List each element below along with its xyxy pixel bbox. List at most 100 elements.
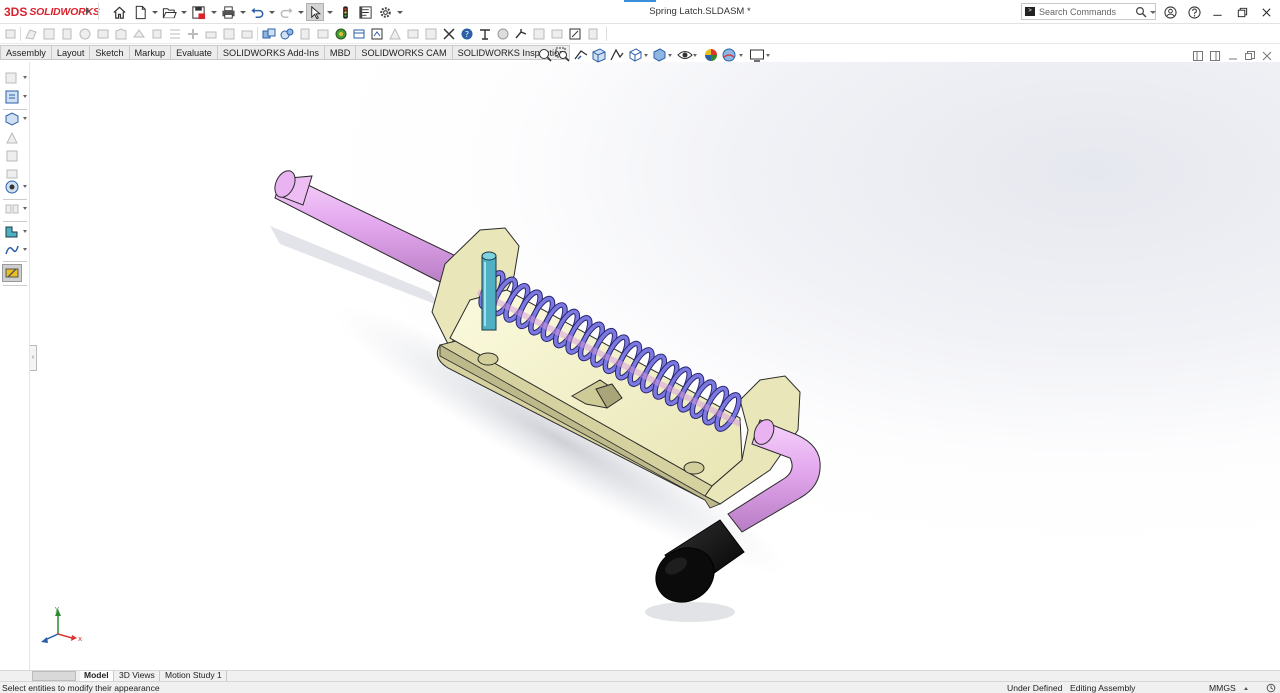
file-properties-button[interactable] <box>356 3 374 21</box>
open-button[interactable] <box>160 3 178 21</box>
zoom-to-fit-icon[interactable] <box>537 47 553 63</box>
graphics-area[interactable]: y x <box>31 62 1280 670</box>
clearance-verification-icon[interactable] <box>334 27 348 41</box>
display-style-dropdown-icon[interactable] <box>668 54 672 57</box>
configuration-manager-icon[interactable] <box>4 111 20 127</box>
minimize-window-button[interactable] <box>1208 3 1226 21</box>
feature-tree-expand-handle[interactable]: ‹ <box>30 345 37 371</box>
tab-model[interactable]: Model <box>80 671 114 681</box>
search-commands-box[interactable]: > <box>1021 3 1156 20</box>
search-icon[interactable] <box>1135 6 1147 18</box>
reference-geometry-icon[interactable] <box>132 27 146 41</box>
large-assembly-settings-icon[interactable] <box>262 27 276 41</box>
display-manager-icon[interactable] <box>4 148 20 164</box>
view-orientation-icon[interactable] <box>627 47 643 63</box>
new-document-button[interactable] <box>131 3 149 21</box>
rebuild-button[interactable] <box>336 3 354 21</box>
palette-dropdown-icon[interactable] <box>23 76 27 79</box>
tab-assembly[interactable]: Assembly <box>0 45 52 60</box>
check-icon[interactable] <box>442 27 456 41</box>
reference-dimension-icon[interactable] <box>478 27 492 41</box>
instant3d-icon[interactable] <box>204 27 218 41</box>
tab-markup[interactable]: Markup <box>129 45 172 60</box>
spring-latch-model[interactable]: y x <box>31 62 1280 670</box>
unit-system[interactable]: MMGS <box>1209 683 1236 693</box>
edit-appearance-icon[interactable] <box>703 47 719 63</box>
view-settings-dropdown-icon[interactable] <box>766 54 770 57</box>
tab-solidworks-cam[interactable]: SOLIDWORKS CAM <box>356 45 453 60</box>
hole-alignment-icon[interactable] <box>352 27 366 41</box>
dim-xpert-icon[interactable] <box>4 130 20 146</box>
view-triad[interactable]: y x <box>41 605 82 643</box>
update-speedpak-icon[interactable] <box>222 27 236 41</box>
custom-properties-icon[interactable] <box>4 265 20 281</box>
save-dropdown-arrow-icon[interactable] <box>211 11 217 14</box>
home-button[interactable] <box>110 3 128 21</box>
tab-evaluate[interactable]: Evaluate <box>171 45 218 60</box>
display-style-icon[interactable] <box>651 47 667 63</box>
options-dropdown-arrow-icon[interactable] <box>397 11 403 14</box>
rebuild-status-icon[interactable] <box>1266 683 1276 693</box>
appearance-palette-icon[interactable] <box>4 179 20 195</box>
save-button[interactable] <box>189 3 207 21</box>
viewport-restore-icon[interactable] <box>1244 50 1256 62</box>
apply-scene-dropdown-icon[interactable] <box>739 54 743 57</box>
take-snapshot-icon[interactable] <box>240 27 254 41</box>
hide-show-dropdown-icon[interactable] <box>693 54 697 57</box>
new-dropdown-arrow-icon[interactable] <box>152 11 158 14</box>
tile-right-icon[interactable] <box>1209 50 1221 62</box>
undo-dropdown-arrow-icon[interactable] <box>269 11 275 14</box>
print-dropdown-arrow-icon[interactable] <box>240 11 246 14</box>
configure-component-icon[interactable] <box>280 27 294 41</box>
new-motion-study-icon[interactable] <box>150 27 164 41</box>
tab-layout[interactable]: Layout <box>51 45 91 60</box>
options-button[interactable] <box>376 3 394 21</box>
palette-dropdown-icon[interactable] <box>23 117 27 120</box>
close-window-button[interactable] <box>1257 3 1275 21</box>
palette-dropdown-icon[interactable] <box>23 95 27 98</box>
performance-evaluation-icon[interactable]: ? <box>460 27 474 41</box>
viewport-minimize-icon[interactable] <box>1227 50 1239 62</box>
interference-detection-icon[interactable] <box>316 27 330 41</box>
palette-dropdown-icon[interactable] <box>23 230 27 233</box>
search-input[interactable] <box>1039 5 1134 18</box>
select-dropdown-arrow-icon[interactable] <box>327 11 333 14</box>
apply-scene-icon[interactable] <box>721 47 737 63</box>
smart-fasteners-icon[interactable] <box>60 27 74 41</box>
tab-mbd[interactable]: MBD <box>324 45 357 60</box>
menu-expand-arrow-icon[interactable] <box>86 7 90 15</box>
section-properties-icon[interactable] <box>406 27 420 41</box>
insert-components-icon[interactable] <box>4 27 18 41</box>
file-explorer-icon[interactable] <box>4 224 20 240</box>
undo-button[interactable] <box>248 3 266 21</box>
exploded-view-icon[interactable] <box>186 27 200 41</box>
view-settings-icon[interactable] <box>749 47 765 63</box>
motion-manager-icon[interactable] <box>514 27 528 41</box>
cross-pin[interactable] <box>481 251 497 331</box>
assembly-visualization-icon[interactable] <box>298 27 312 41</box>
sensor-icon[interactable] <box>424 27 438 41</box>
viewport-close-icon[interactable] <box>1261 50 1273 62</box>
tile-left-icon[interactable] <box>1192 50 1204 62</box>
assembly-xpert-icon[interactable] <box>496 27 510 41</box>
help-button[interactable] <box>1185 3 1203 21</box>
measure-icon[interactable] <box>370 27 384 41</box>
open-dropdown-arrow-icon[interactable] <box>181 11 187 14</box>
move-component-icon[interactable] <box>78 27 92 41</box>
tab-3d-views[interactable]: 3D Views <box>115 671 160 681</box>
tab-scroll-arrows[interactable] <box>32 671 76 681</box>
zoom-to-area-icon[interactable] <box>555 47 571 63</box>
mirror-components-icon[interactable] <box>568 27 582 41</box>
linear-pattern-icon[interactable] <box>42 27 56 41</box>
select-button[interactable] <box>306 3 324 21</box>
previous-view-icon[interactable] <box>573 47 589 63</box>
property-manager-icon[interactable] <box>4 89 20 105</box>
mate-icon[interactable] <box>24 27 38 41</box>
view-palette-icon[interactable] <box>4 242 20 258</box>
section-view-icon[interactable] <box>591 47 607 63</box>
hide-show-items-icon[interactable] <box>677 47 693 63</box>
flexible-component-icon[interactable] <box>586 27 600 41</box>
unit-system-dropdown-icon[interactable] <box>1244 687 1248 690</box>
restore-window-button[interactable] <box>1233 3 1251 21</box>
palette-dropdown-icon[interactable] <box>23 207 27 210</box>
